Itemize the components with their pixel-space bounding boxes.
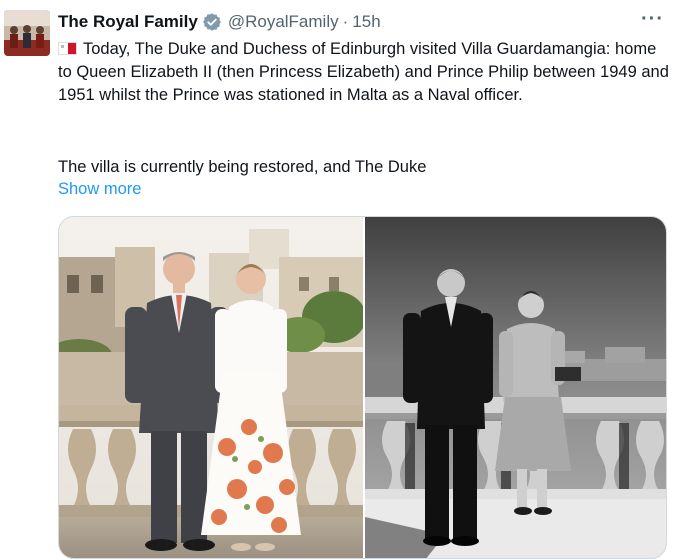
verified-badge-icon bbox=[202, 12, 222, 32]
media-photo-color[interactable] bbox=[59, 217, 363, 558]
author-handle[interactable]: @RoyalFamily bbox=[228, 12, 339, 32]
show-more-link[interactable]: Show more bbox=[58, 180, 141, 199]
author-name[interactable]: The Royal Family bbox=[58, 12, 198, 32]
tweet-paragraph-2: The villa is currently being restored, a… bbox=[58, 158, 427, 176]
media-grid bbox=[58, 216, 667, 559]
tweet-text: Today, The Duke and Duchess of Edinburgh… bbox=[58, 38, 670, 106]
separator-dot: · bbox=[342, 12, 349, 31]
malta-flag-icon bbox=[58, 42, 77, 55]
tweet-header: The Royal Family @RoyalFamily · 15h bbox=[58, 10, 381, 34]
more-options-icon[interactable]: ··· bbox=[641, 8, 664, 31]
media-photo-bw[interactable] bbox=[362, 217, 666, 558]
timestamp[interactable]: 15h bbox=[352, 12, 380, 32]
tweet-paragraph-1: Today, The Duke and Duchess of Edinburgh… bbox=[58, 40, 669, 104]
tweet[interactable]: The Royal Family @RoyalFamily · 15h ··· … bbox=[0, 0, 700, 559]
avatar[interactable] bbox=[4, 10, 50, 56]
